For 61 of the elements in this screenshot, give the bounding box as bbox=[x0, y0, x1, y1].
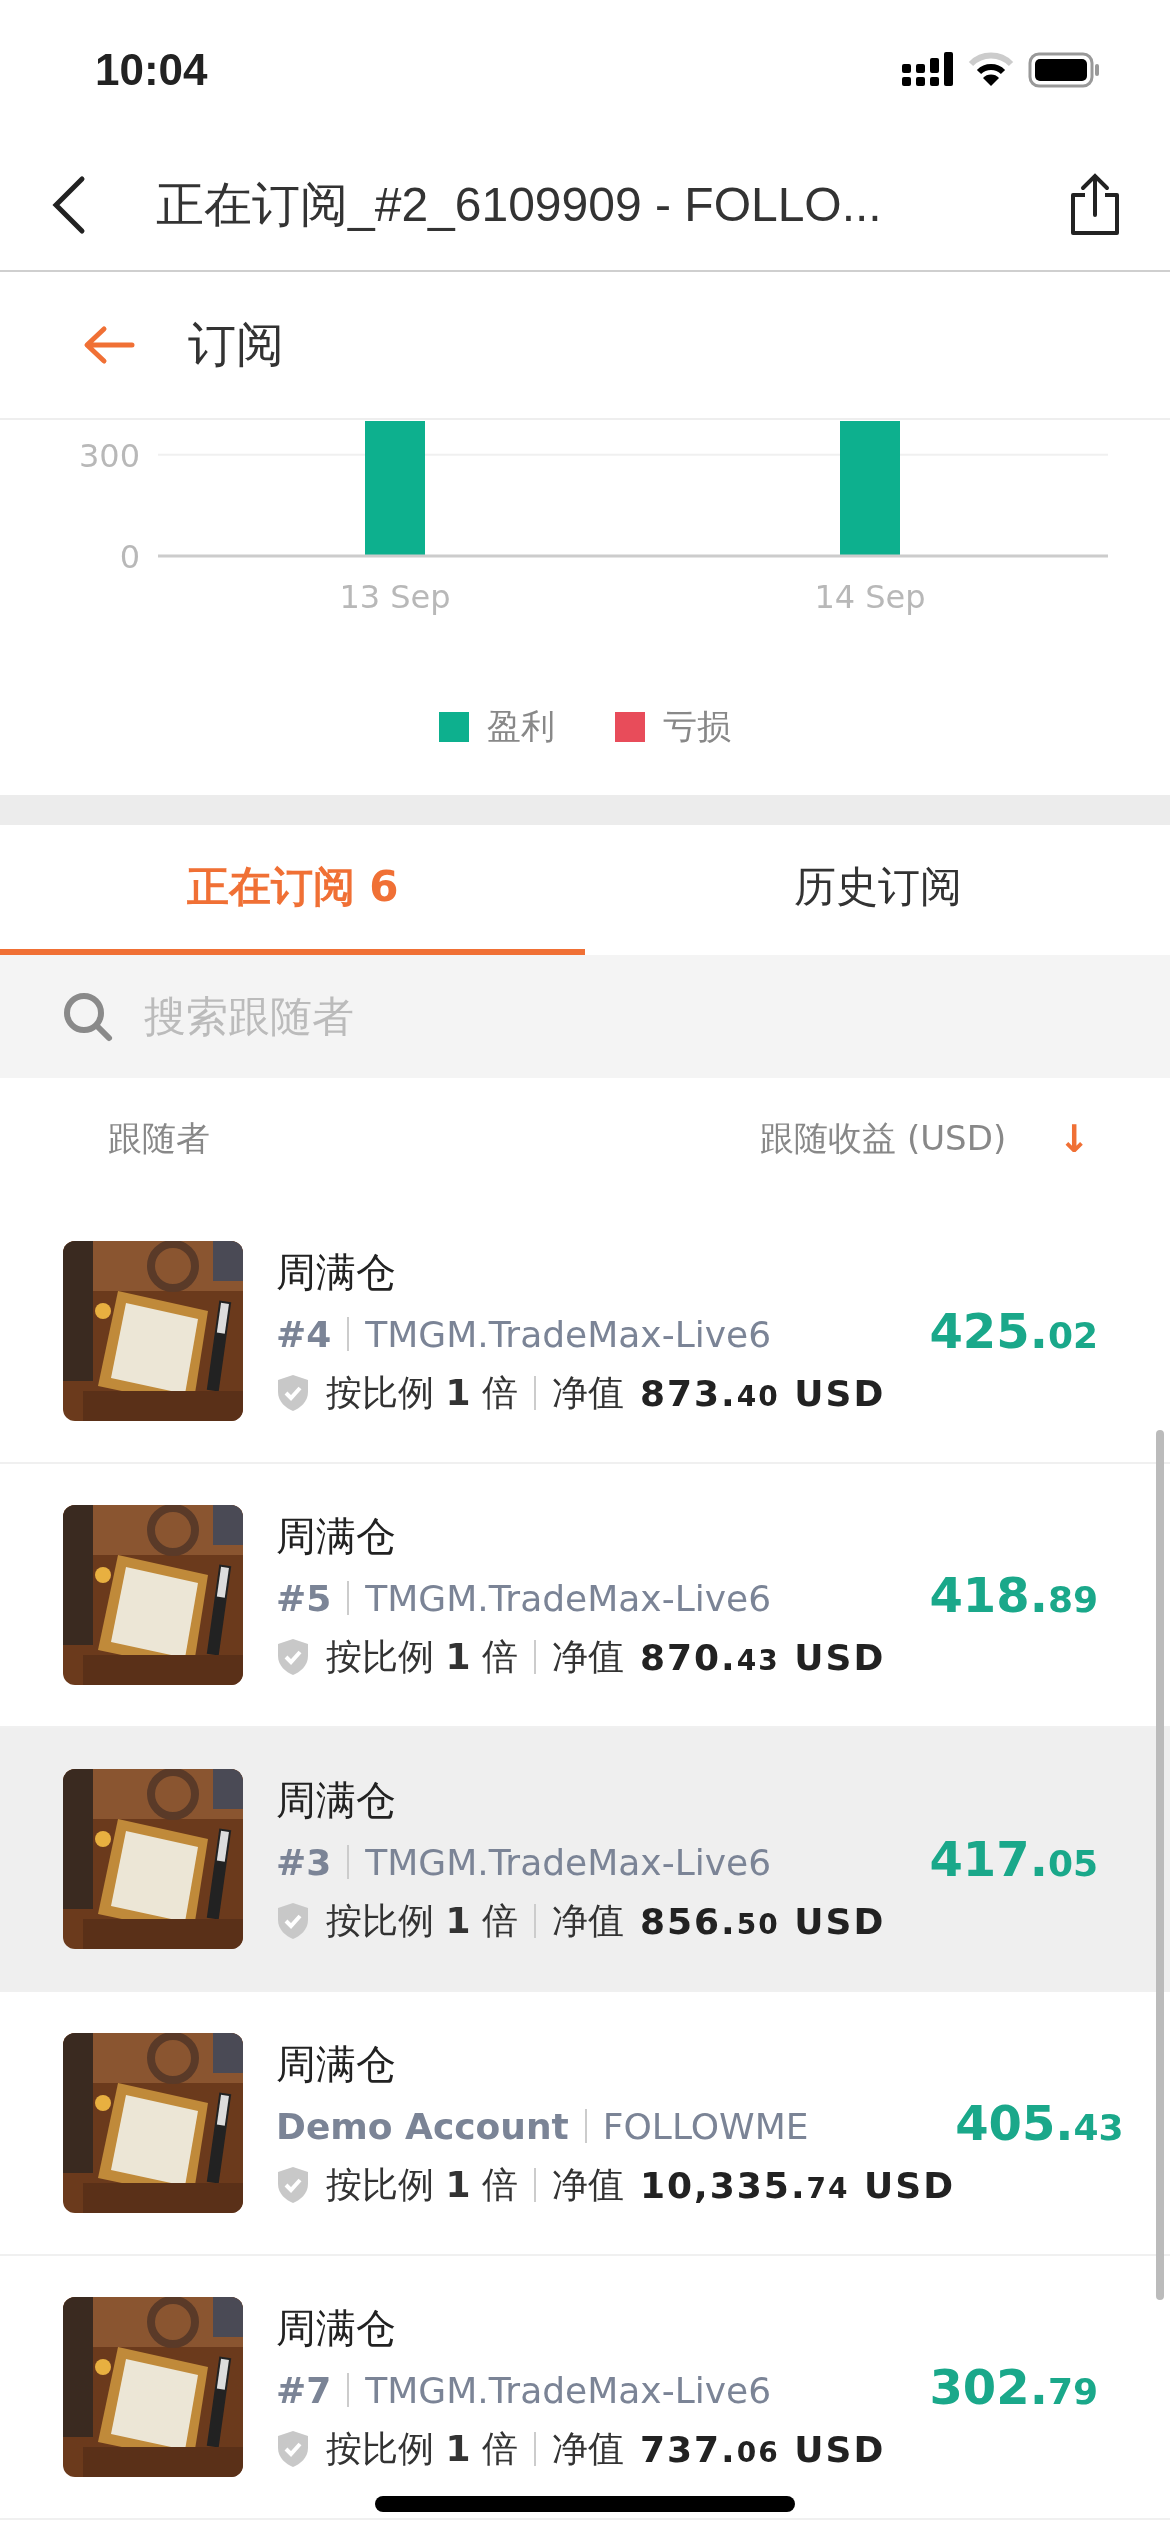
server-name: TMGM.TradeMax-Live6 bbox=[365, 2369, 772, 2411]
equity-value: 10,335.74 USD bbox=[639, 2164, 956, 2206]
profit-amount: 302.79 bbox=[929, 2359, 1098, 2415]
equity-value: 737.06 USD bbox=[639, 2428, 886, 2470]
equity-value: 856.50 USD bbox=[639, 1900, 886, 1942]
battery-icon bbox=[1028, 52, 1100, 88]
equity-value: 870.43 USD bbox=[639, 1636, 886, 1678]
follower-name: 周满仓 bbox=[276, 1775, 397, 1825]
follower-name: 周满仓 bbox=[276, 2039, 397, 2089]
equity-label: 净值 bbox=[551, 1898, 624, 1943]
follower-name: 周满仓 bbox=[276, 1247, 397, 1297]
legend-label: 亏损 bbox=[663, 705, 731, 748]
profit-amount: 418.89 bbox=[929, 1567, 1098, 1623]
equity-label: 净值 bbox=[551, 1634, 624, 1679]
equity-label: 净值 bbox=[551, 1370, 624, 1415]
shield-check-icon bbox=[276, 1638, 310, 1676]
copy-ratio: 按比例 1 倍 bbox=[326, 1898, 518, 1943]
profit-amount: 405.43 bbox=[955, 2095, 1124, 2151]
follower-name: 周满仓 bbox=[276, 2303, 397, 2353]
copy-ratio: 按比例 1 倍 bbox=[326, 2426, 518, 2471]
back-arrow-icon[interactable] bbox=[82, 325, 136, 365]
axis-tick-label: 14 Sep bbox=[814, 578, 926, 616]
account-label: #5 bbox=[276, 1577, 332, 1619]
account-label: Demo Account bbox=[276, 2105, 569, 2147]
search-icon bbox=[62, 990, 114, 1043]
column-header: 跟随者 bbox=[108, 1117, 210, 1160]
equity-label: 净值 bbox=[551, 2162, 624, 2207]
server-name: TMGM.TradeMax-Live6 bbox=[365, 1577, 772, 1619]
page-title: 正在订阅_#2_6109909 - FOLLO... bbox=[156, 177, 882, 233]
axis-tick-label: 0 bbox=[119, 538, 140, 576]
equity-label: 净值 bbox=[551, 2426, 624, 2471]
legend-label: 盈利 bbox=[487, 705, 555, 748]
account-label: #3 bbox=[276, 1841, 332, 1883]
profit-amount: 425.02 bbox=[929, 1303, 1098, 1359]
copy-ratio: 按比例 1 倍 bbox=[326, 2162, 518, 2207]
shield-check-icon bbox=[276, 1374, 310, 1412]
scrollbar[interactable] bbox=[1156, 1430, 1164, 2300]
search-input[interactable]: 搜索跟随者 bbox=[142, 991, 946, 1042]
server-name: TMGM.TradeMax-Live6 bbox=[365, 1313, 772, 1355]
section-title: 订阅 bbox=[188, 315, 284, 374]
shield-check-icon bbox=[276, 2166, 310, 2204]
equity-value: 873.40 USD bbox=[639, 1372, 886, 1414]
follower-name: 周满仓 bbox=[276, 1511, 397, 1561]
account-label: #7 bbox=[276, 2369, 332, 2411]
server-name: FOLLOWME bbox=[602, 2105, 809, 2147]
account-label: #4 bbox=[276, 1313, 332, 1355]
follower-row[interactable]: 周满仓 #3 TMGM.TradeMax-Live6 按比例 1 倍 净值 856.50 USD 417.05 bbox=[0, 1728, 1170, 1992]
profit-amount: 417.05 bbox=[929, 1831, 1098, 1887]
shield-check-icon bbox=[276, 2430, 310, 2468]
search-field[interactable]: 搜索跟随者 bbox=[0, 955, 1170, 1078]
column-header[interactable]: 跟随收益 (USD) bbox=[760, 1116, 1007, 1162]
copy-ratio: 按比例 1 倍 bbox=[326, 1634, 518, 1679]
axis-tick-label: 300 bbox=[78, 436, 140, 475]
share-icon[interactable] bbox=[1068, 173, 1122, 237]
shield-check-icon bbox=[276, 1902, 310, 1940]
wifi-icon bbox=[968, 52, 1014, 88]
signal-icon bbox=[902, 52, 954, 88]
axis-tick-label: 13 Sep bbox=[339, 578, 451, 616]
status-time: 10:04 bbox=[95, 45, 208, 95]
copy-ratio: 按比例 1 倍 bbox=[326, 1370, 518, 1415]
server-name: TMGM.TradeMax-Live6 bbox=[365, 1841, 772, 1883]
